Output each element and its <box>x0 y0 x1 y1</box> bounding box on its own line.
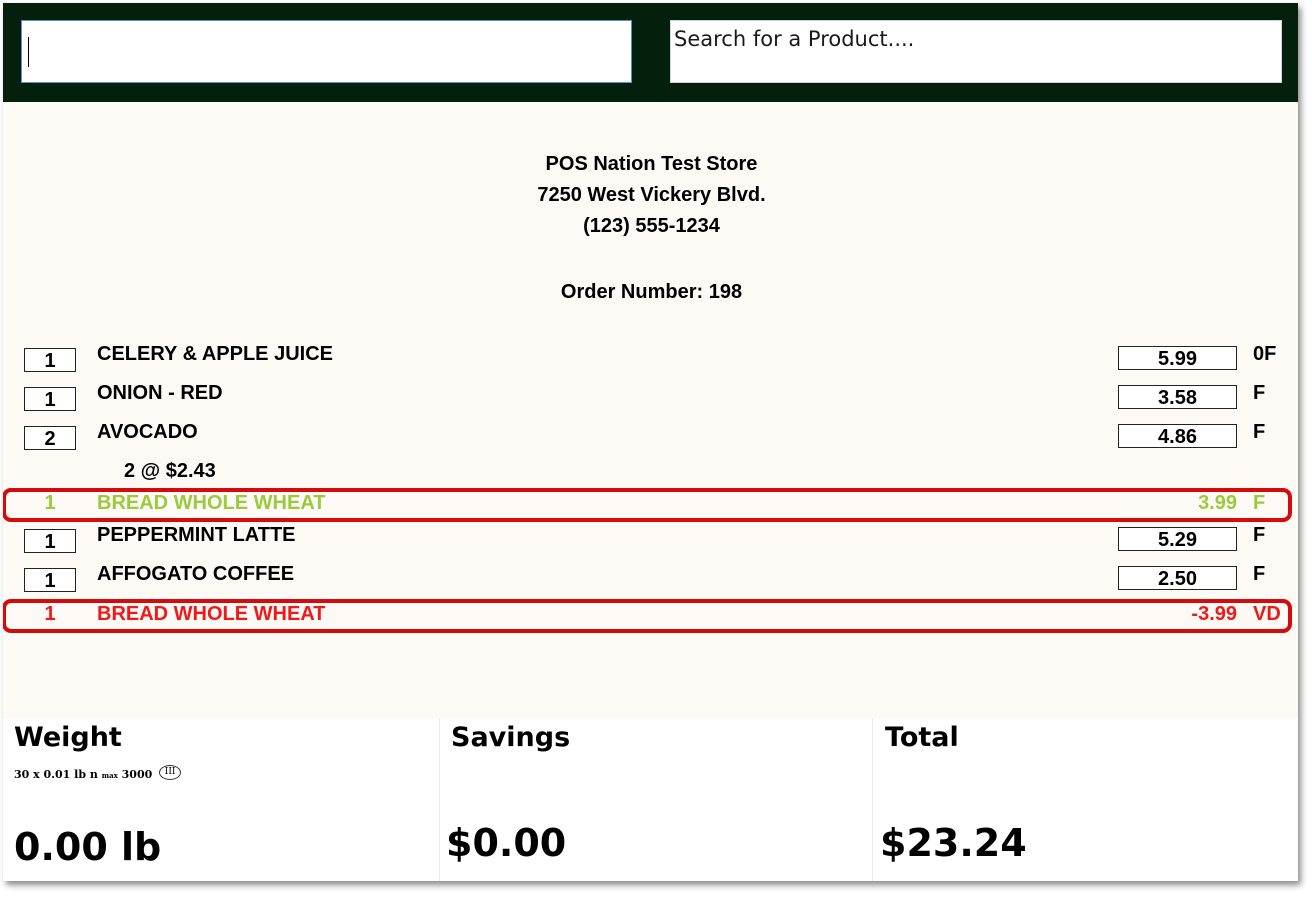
tax-flag: F <box>1253 382 1266 404</box>
scale-spec-max: 3000 <box>121 768 153 781</box>
search-bar: Search for a Product.... <box>3 3 1298 102</box>
tax-flag: F <box>1253 421 1266 443</box>
tax-flag: F <box>1253 563 1266 585</box>
total-label: Total <box>885 722 959 753</box>
item-name: PEPPERMINT LATTE <box>97 524 296 546</box>
item-name: AFFOGATO COFFEE <box>97 563 295 585</box>
total-value: $23.24 <box>880 821 1027 865</box>
store-header: POS Nation Test Store 7250 West Vickery … <box>3 149 1298 242</box>
weight-value: 0.00 lb <box>14 825 162 869</box>
quantity-box[interactable]: 1 <box>24 529 76 553</box>
accuracy-class-badge: III <box>159 765 182 780</box>
weight-panel: Weight 30 x 0.01 lb n max 3000 III 0.00 … <box>3 718 439 881</box>
price-box[interactable]: 5.29 <box>1118 527 1237 551</box>
item-name: AVOCADO <box>97 421 198 443</box>
quantity-box[interactable]: 1 <box>24 348 76 372</box>
store-phone: (123) 555-1234 <box>583 215 720 237</box>
line-item[interactable]: 1 ONION - RED 3.58 F <box>3 380 1298 414</box>
weight-label: Weight <box>14 722 122 753</box>
line-item[interactable]: 1 PEPPERMINT LATTE 5.29 F <box>3 522 1298 556</box>
quantity-box[interactable]: 2 <box>24 426 76 450</box>
savings-value: $0.00 <box>446 821 567 865</box>
product-search-input[interactable]: Search for a Product.... <box>670 20 1282 83</box>
quantity-box[interactable]: 1 <box>24 568 76 592</box>
scan-input[interactable] <box>21 20 632 83</box>
order-number: Order Number: 198 <box>560 281 743 303</box>
tax-flag: F <box>1253 524 1266 546</box>
line-item[interactable]: 1 AFFOGATO COFFEE 2.50 F <box>3 561 1298 595</box>
highlight-box <box>3 488 1292 522</box>
scale-spec-sub: max <box>101 771 118 780</box>
store-address: 7250 West Vickery Blvd. <box>537 184 766 206</box>
quantity-box[interactable]: 1 <box>24 387 76 411</box>
tax-flag: 0F <box>1253 343 1277 365</box>
savings-panel: Savings $0.00 <box>440 718 872 881</box>
price-box[interactable]: 4.86 <box>1118 424 1237 448</box>
text-caret <box>28 37 29 67</box>
unit-price-note: 2 @ $2.43 <box>124 460 216 482</box>
price-box[interactable]: 3.58 <box>1118 385 1237 409</box>
scale-spec: 30 x 0.01 lb n max 3000 III <box>14 765 182 781</box>
highlight-box <box>3 599 1292 633</box>
totals-panel: Weight 30 x 0.01 lb n max 3000 III 0.00 … <box>3 718 1298 881</box>
pos-window: Search for a Product.... POS Nation Test… <box>3 3 1298 881</box>
line-item[interactable]: 2 AVOCADO 4.86 F <box>3 419 1298 453</box>
line-item[interactable]: 1 CELERY & APPLE JUICE 5.99 0F <box>3 341 1298 375</box>
scale-spec-main: 30 x 0.01 lb n <box>14 768 98 781</box>
item-name: CELERY & APPLE JUICE <box>97 343 333 365</box>
store-name: POS Nation Test Store <box>545 153 758 175</box>
price-box[interactable]: 5.99 <box>1118 346 1237 370</box>
price-box[interactable]: 2.50 <box>1118 566 1237 590</box>
item-name: ONION - RED <box>97 382 223 404</box>
total-panel: Total $23.24 <box>873 718 1298 881</box>
savings-label: Savings <box>451 722 571 753</box>
